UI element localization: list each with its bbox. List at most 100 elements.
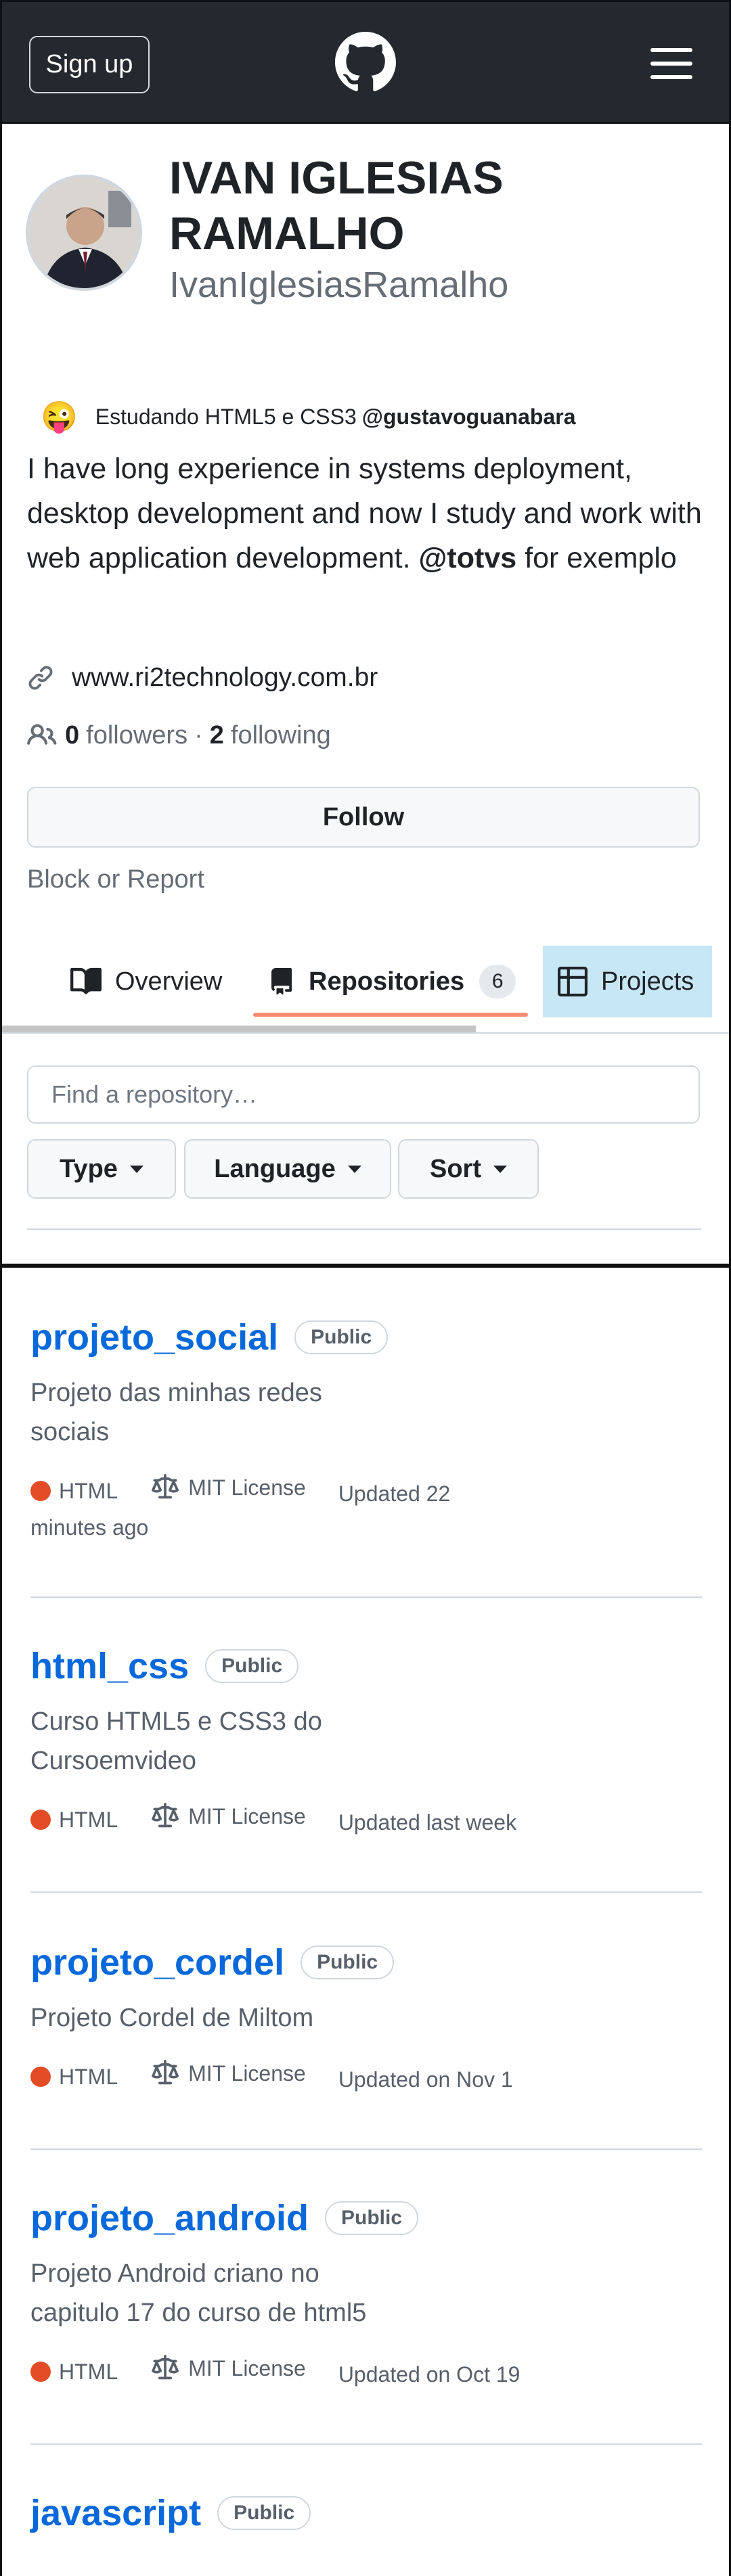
- github-mark-icon[interactable]: [335, 32, 396, 93]
- chevron-down-icon: [129, 1165, 143, 1173]
- profile-full-name: IVAN IGLESIAS RAMALHO: [169, 152, 504, 259]
- repo-divider: [30, 2443, 702, 2445]
- language-color-dot: [30, 2067, 51, 2087]
- status-emoji: 😜: [41, 400, 78, 434]
- language-color-dot: [30, 1810, 51, 1830]
- sort-filter-button[interactable]: Sort: [398, 1139, 539, 1199]
- follow-separator: ·: [194, 720, 203, 750]
- license-label: MIT License: [188, 2356, 306, 2380]
- profile-website[interactable]: www.ri2technology.com.br: [27, 663, 378, 693]
- following-count[interactable]: 2: [210, 721, 224, 750]
- visibility-badge: Public: [205, 1649, 299, 1683]
- repo-language: HTML: [30, 1803, 118, 1837]
- find-repository-input[interactable]: Find a repository…: [27, 1065, 700, 1124]
- hamburger-menu-icon[interactable]: [650, 48, 692, 79]
- followers-label[interactable]: followers: [86, 721, 187, 750]
- status-mention-link[interactable]: @gustavoguanabara: [362, 405, 576, 430]
- user-status[interactable]: 😜 Estudando HTML5 e CSS3 @gustavoguanaba…: [41, 399, 576, 434]
- language-label: HTML: [59, 2360, 118, 2384]
- repo-license: MIT License: [150, 2056, 306, 2090]
- following-label[interactable]: following: [231, 721, 331, 750]
- repo-updated: Updated on Oct 19: [338, 2362, 520, 2387]
- repo-license: MIT License: [150, 2351, 306, 2385]
- type-filter-label: Type: [60, 1154, 118, 1183]
- language-filter-label: Language: [214, 1154, 336, 1183]
- tab-projects[interactable]: Projects: [543, 946, 712, 1017]
- language-label: HTML: [59, 2065, 118, 2089]
- repo-name-link[interactable]: html_css: [30, 1645, 189, 1687]
- language-label: HTML: [59, 1808, 118, 1832]
- repo-name-link[interactable]: javascript: [30, 2492, 201, 2534]
- follow-button[interactable]: Follow: [27, 787, 700, 848]
- table-icon: [558, 967, 588, 996]
- follow-counts: 0 followers · 2 following: [27, 720, 331, 750]
- tabs-scrollbar[interactable]: [2, 1026, 476, 1032]
- repo-item: projeto_android Public Projeto Android c…: [30, 2197, 702, 2391]
- repo-name-link[interactable]: projeto_cordel: [30, 1941, 284, 1983]
- visibility-badge: Public: [301, 1946, 395, 1979]
- repo-description: Projeto Android criano no capitulo 17 do…: [30, 2259, 367, 2327]
- book-icon: [70, 967, 102, 994]
- language-color-dot: [30, 2362, 51, 2382]
- repo-item: javascript Public: [30, 2492, 702, 2534]
- language-color-dot: [30, 1481, 51, 1501]
- tab-repositories-label: Repositories: [309, 967, 465, 996]
- repo-divider: [30, 2148, 702, 2150]
- repo-item: projeto_social Public Projeto das minhas…: [30, 1316, 702, 1544]
- active-tab-underline: [253, 1013, 528, 1017]
- repo-updated: Updated last week: [338, 1810, 517, 1835]
- sort-filter-label: Sort: [430, 1154, 481, 1183]
- tabs-divider: [2, 1032, 729, 1034]
- repo-license: MIT License: [150, 1799, 306, 1833]
- followers-count[interactable]: 0: [65, 721, 79, 750]
- repo-updated: Updated on Nov 1: [338, 2067, 513, 2092]
- visibility-badge: Public: [217, 2496, 311, 2530]
- tab-overview-label: Overview: [115, 967, 223, 996]
- chevron-down-icon: [347, 1165, 361, 1173]
- top-header: Sign up: [0, 0, 731, 124]
- avatar[interactable]: [26, 175, 142, 291]
- repo-list-divider: [27, 1228, 701, 1230]
- repo-description: Curso HTML5 e CSS3 do Cursoemvideo: [30, 1707, 322, 1775]
- repo-language: HTML: [30, 1474, 118, 1508]
- law-icon: [152, 1474, 179, 1499]
- tab-overview[interactable]: Overview: [70, 946, 222, 1017]
- people-icon: [27, 724, 57, 745]
- repo-icon: [271, 968, 292, 995]
- repo-name-link[interactable]: projeto_social: [30, 1316, 278, 1358]
- license-label: MIT License: [188, 2061, 306, 2086]
- language-label: HTML: [59, 1479, 118, 1503]
- visibility-badge: Public: [294, 1320, 389, 1354]
- repo-divider: [30, 1596, 702, 1598]
- repo-description: Projeto das minhas redes sociais: [30, 1379, 322, 1446]
- tab-projects-label: Projects: [601, 967, 694, 996]
- repo-item: projeto_cordel Public Projeto Cordel de …: [30, 1941, 702, 2096]
- language-filter-button[interactable]: Language: [184, 1139, 391, 1199]
- repo-name-link[interactable]: projeto_android: [30, 2197, 309, 2239]
- license-label: MIT License: [188, 1475, 306, 1500]
- status-text: Estudando HTML5 e CSS3: [95, 404, 357, 429]
- repositories-count-badge: 6: [479, 965, 516, 998]
- license-label: MIT License: [188, 1804, 306, 1828]
- repo-divider: [30, 1891, 702, 1893]
- repo-license: MIT License: [150, 1471, 306, 1504]
- type-filter-button[interactable]: Type: [27, 1139, 176, 1199]
- bio-mention-link[interactable]: @totvs: [419, 542, 517, 574]
- profile-bio: I have long experience in systems deploy…: [27, 446, 704, 580]
- chevron-down-icon: [493, 1165, 507, 1173]
- repo-description: Projeto Cordel de Miltom: [30, 2004, 314, 2032]
- block-or-report-link[interactable]: Block or Report: [27, 865, 204, 894]
- visibility-badge: Public: [325, 2201, 419, 2235]
- law-icon: [152, 2355, 179, 2380]
- repo-item: html_css Public Curso HTML5 e CSS3 do Cu…: [30, 1645, 702, 1839]
- repo-language: HTML: [30, 2060, 118, 2094]
- repo-language: HTML: [30, 2355, 118, 2389]
- profile-username: IvanIglesiasRamalho: [169, 264, 509, 305]
- tab-repositories[interactable]: Repositories 6: [268, 946, 516, 1017]
- avatar-photo: [28, 177, 139, 288]
- website-link[interactable]: www.ri2technology.com.br: [72, 663, 378, 693]
- link-icon: [28, 666, 53, 690]
- law-icon: [152, 2060, 179, 2085]
- sign-up-button[interactable]: Sign up: [29, 36, 150, 93]
- law-icon: [152, 1803, 179, 1828]
